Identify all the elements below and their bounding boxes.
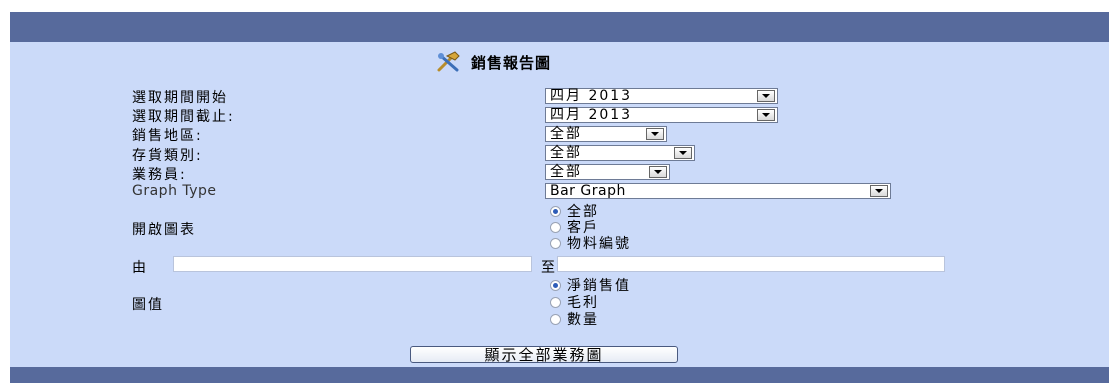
chevron-down-icon[interactable] (870, 185, 888, 197)
chevron-down-icon[interactable] (646, 128, 664, 140)
salesperson-select[interactable]: 全部 (545, 164, 670, 180)
chart-value-option-quantity[interactable]: 數量 (550, 311, 599, 328)
period-end-value: 四月 2013 (550, 107, 633, 123)
graph-type-select[interactable]: Bar Graph (545, 183, 891, 199)
to-input[interactable] (557, 256, 945, 272)
label-salesperson: 業務員: (132, 167, 187, 183)
label-period-start: 選取期間開始 (132, 90, 228, 106)
radio-button[interactable] (550, 296, 561, 308)
stock-category-select[interactable]: 全部 (545, 145, 695, 161)
label-chart-value: 圖值 (132, 297, 164, 313)
label-region: 銷售地區: (132, 128, 203, 144)
radio-button[interactable] (550, 313, 561, 325)
label-to: 至 (541, 260, 555, 276)
label-period-end: 選取期間截止: (132, 109, 235, 125)
radio-label: 數量 (567, 312, 599, 328)
label-from: 由 (132, 260, 148, 276)
label-graph-type: Graph Type (132, 183, 217, 199)
radio-button[interactable] (550, 279, 561, 291)
chart-value-option-net-sales[interactable]: 淨銷售值 (550, 277, 631, 294)
radio-label: 物料編號 (567, 236, 631, 252)
radio-button[interactable] (550, 221, 561, 233)
open-chart-option-item-code[interactable]: 物料編號 (550, 235, 631, 252)
chart-value-option-gross-profit[interactable]: 毛利 (550, 294, 599, 311)
period-start-select[interactable]: 四月 2013 (545, 88, 778, 104)
stock-category-value: 全部 (550, 145, 582, 161)
region-select[interactable]: 全部 (545, 126, 667, 142)
tools-icon (437, 51, 460, 72)
chevron-down-icon[interactable] (649, 166, 667, 178)
chevron-down-icon[interactable] (674, 147, 692, 159)
label-stock-category: 存貨類別: (132, 148, 203, 164)
chevron-down-icon[interactable] (757, 109, 775, 121)
period-start-value: 四月 2013 (550, 88, 633, 104)
header-bar (10, 12, 1109, 42)
footer-bar (10, 367, 1109, 383)
radio-button[interactable] (550, 237, 561, 249)
label-open-chart: 開啟圖表 (132, 222, 196, 238)
report-title-text: 銷售報告圖 (471, 53, 552, 72)
graph-type-value: Bar Graph (550, 183, 626, 199)
salesperson-value: 全部 (550, 164, 582, 180)
radio-button[interactable] (550, 205, 561, 217)
report-title: 銷售報告圖 (433, 50, 551, 74)
region-value: 全部 (550, 126, 582, 142)
from-input[interactable] (173, 256, 532, 272)
show-all-salesperson-chart-button[interactable]: 顯示全部業務圖 (410, 346, 678, 364)
chevron-down-icon[interactable] (757, 90, 775, 102)
period-end-select[interactable]: 四月 2013 (545, 107, 778, 123)
